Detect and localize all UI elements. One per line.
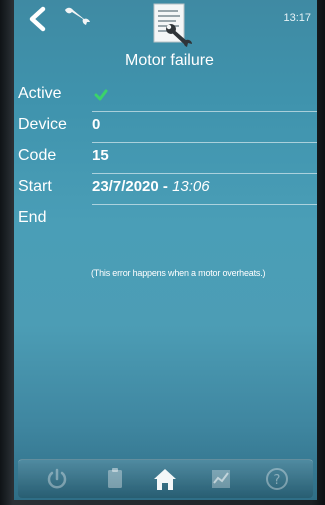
- divider: [92, 142, 317, 143]
- start-date: 23/7/2020 -: [92, 178, 173, 195]
- divider: [92, 204, 317, 205]
- power-button[interactable]: [40, 464, 74, 494]
- back-button[interactable]: [22, 4, 52, 34]
- page-title: Motor failure: [125, 52, 214, 69]
- field-value-start: 23/7/2020 - 13:06: [92, 178, 210, 195]
- divider: [92, 173, 317, 174]
- field-value-device: 0: [92, 116, 101, 133]
- field-label-device: Device: [18, 116, 67, 133]
- bottom-nav-bar: ?: [18, 459, 313, 498]
- screen: 13:17 Motor failure Active Device 0 Code…: [14, 0, 317, 500]
- field-label-start: Start: [18, 178, 52, 195]
- wrench-icon: [65, 7, 90, 25]
- home-icon: [154, 469, 176, 490]
- check-icon: [94, 89, 108, 101]
- document-wrench-icon[interactable]: [150, 2, 198, 48]
- top-bar: 13:17: [14, 0, 317, 47]
- field-label-end: End: [18, 209, 47, 226]
- field-label-code: Code: [18, 147, 57, 164]
- field-row-start: Start 23/7/2020 - 13:06: [14, 175, 317, 205]
- field-row-end: End: [14, 206, 317, 236]
- clipboard-icon: [108, 468, 122, 488]
- svg-text:?: ?: [274, 473, 281, 488]
- start-time: 13:06: [172, 178, 210, 195]
- field-row-code: Code 15: [14, 144, 317, 174]
- field-label-active: Active: [18, 85, 62, 102]
- home-button[interactable]: [148, 464, 182, 494]
- power-icon: [47, 468, 67, 489]
- statistics-button[interactable]: [204, 464, 238, 494]
- help-icon: ?: [266, 468, 288, 490]
- chart-icon: [212, 470, 230, 488]
- divider: [92, 111, 317, 112]
- field-row-device: Device 0: [14, 113, 317, 143]
- field-value-code: 15: [92, 147, 109, 164]
- field-row-active: Active: [14, 82, 317, 112]
- report-button[interactable]: [98, 464, 132, 494]
- back-chevron-icon: [29, 6, 46, 32]
- clock: 13:17: [283, 12, 311, 24]
- error-description: (This error happens when a motor overhea…: [91, 268, 266, 278]
- help-button[interactable]: ?: [260, 464, 294, 494]
